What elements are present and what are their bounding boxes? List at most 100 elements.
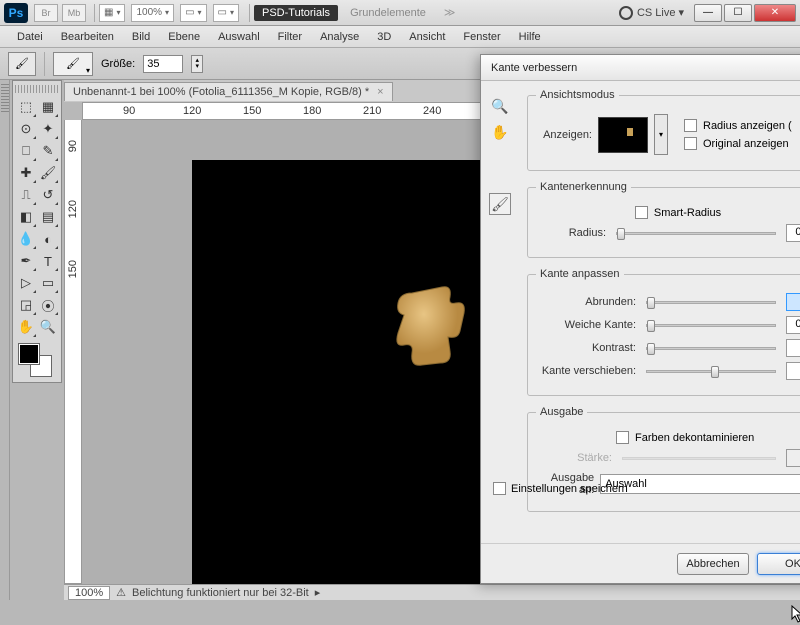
remember-checkbox[interactable]: [493, 482, 506, 495]
menu-auswahl[interactable]: Auswahl: [209, 28, 269, 46]
amount-input: [786, 449, 800, 467]
hand-tool[interactable]: ✋: [15, 316, 37, 338]
close-tab-icon[interactable]: ×: [377, 86, 383, 98]
menu-datei[interactable]: Datei: [8, 28, 52, 46]
contrast-input[interactable]: 0: [786, 339, 800, 357]
size-input[interactable]: 35: [143, 55, 183, 73]
gradient-tool[interactable]: ▤: [37, 206, 59, 228]
ok-button[interactable]: OK: [757, 553, 800, 575]
pen-tool[interactable]: ✒: [15, 250, 37, 272]
radius-slider[interactable]: [616, 232, 776, 235]
cs-live-button[interactable]: CS Live▾: [619, 6, 684, 20]
stamp-tool[interactable]: ⎍: [15, 184, 37, 206]
type-tool[interactable]: T: [37, 250, 59, 272]
view-dropdown-icon[interactable]: ▾: [654, 114, 668, 155]
decontaminate-checkbox[interactable]: [616, 431, 629, 444]
tool-preset-picker[interactable]: 🖌: [8, 52, 36, 76]
amount-slider: [622, 457, 776, 460]
shape-tool[interactable]: ▭: [37, 272, 59, 294]
output-group: Ausgabe Farben dekontaminieren Stärke: A…: [527, 406, 800, 512]
refine-edge-dialog: Kante verbessern 🔍 ✋ 🖌 Ansichtsmodus Anz…: [480, 54, 800, 584]
3d-tool[interactable]: ◲: [15, 294, 37, 316]
history-brush-tool[interactable]: ↺: [37, 184, 59, 206]
path-select-tool[interactable]: ▷: [15, 272, 37, 294]
window-maximize-button[interactable]: ☐: [724, 4, 752, 22]
menu-ebene[interactable]: Ebene: [159, 28, 209, 46]
edge-detection-group: Kantenerkennung Smart-Radius Radius: 0,0: [527, 181, 800, 258]
show-original-checkbox[interactable]: [684, 137, 697, 150]
refine-brush-icon[interactable]: 🖌: [489, 193, 511, 215]
status-more-icon[interactable]: ▸: [315, 586, 321, 599]
arrange-dropdown[interactable]: ▭: [180, 4, 206, 22]
workspace-more-icon[interactable]: ≫: [444, 6, 456, 19]
app-bar: Ps Br Mb ▦ 100% ▭ ▭ PSD-Tutorials Grunde…: [0, 0, 800, 26]
dodge-tool[interactable]: ◐: [37, 228, 59, 250]
status-message: Belichtung funktioniert nur bei 32-Bit: [132, 587, 309, 599]
document-tab[interactable]: Unbenannt-1 bei 100% (Fotolia_6111356_M …: [64, 82, 393, 101]
heal-tool[interactable]: ✚: [15, 162, 37, 184]
menu-fenster[interactable]: Fenster: [454, 28, 509, 46]
3d-camera-tool[interactable]: ⦿: [37, 294, 59, 316]
menu-filter[interactable]: Filter: [269, 28, 311, 46]
menu-bearbeiten[interactable]: Bearbeiten: [52, 28, 123, 46]
color-swatches[interactable]: [15, 344, 59, 378]
blur-tool[interactable]: 💧: [15, 228, 37, 250]
toolbox: ⬚▦ ⊙✦ ⎕✎ ✚🖌 ⎍↺ ◧▤ 💧◐ ✒T ▷▭ ◲⦿ ✋🔍: [12, 80, 62, 383]
radius-input[interactable]: 0,0: [786, 224, 800, 242]
document-tab-title: Unbenannt-1 bei 100% (Fotolia_6111356_M …: [73, 86, 369, 98]
window-close-button[interactable]: ✕: [754, 4, 796, 22]
status-warning-icon: ⚠: [116, 586, 126, 599]
smooth-slider[interactable]: [646, 301, 776, 304]
shift-slider[interactable]: [646, 370, 776, 373]
size-label: Größe:: [101, 58, 135, 70]
show-radius-checkbox[interactable]: [684, 119, 697, 132]
eyedropper-tool[interactable]: ✎: [37, 140, 59, 162]
zoom-tool[interactable]: 🔍: [37, 316, 59, 338]
ps-logo-icon[interactable]: Ps: [4, 3, 28, 23]
minibridge-button[interactable]: Mb: [62, 4, 86, 22]
view-extras-dropdown[interactable]: ▦: [99, 4, 125, 22]
view-thumbnail[interactable]: [598, 117, 648, 153]
brush-preview[interactable]: 🖌: [53, 52, 93, 76]
feather-input[interactable]: 0,0: [786, 316, 800, 334]
status-bar: 100% ⚠ Belichtung funktioniert nur bei 3…: [64, 584, 800, 600]
menu-analyse[interactable]: Analyse: [311, 28, 368, 46]
menu-bild[interactable]: Bild: [123, 28, 159, 46]
screenmode-dropdown[interactable]: ▭: [213, 4, 239, 22]
puzzle-piece-icon: [392, 275, 472, 375]
contrast-slider[interactable]: [646, 347, 776, 350]
window-minimize-button[interactable]: —: [694, 4, 722, 22]
shift-input[interactable]: 0: [786, 362, 800, 380]
wand-tool[interactable]: ✦: [37, 118, 59, 140]
output-to-select[interactable]: Auswahl▾: [600, 474, 800, 494]
menu-ansicht[interactable]: Ansicht: [400, 28, 454, 46]
lasso-tool[interactable]: ⊙: [15, 118, 37, 140]
menu-hilfe[interactable]: Hilfe: [510, 28, 550, 46]
bridge-button[interactable]: Br: [34, 4, 58, 22]
view-mode-group: Ansichtsmodus Anzeigen: ▾ Radius anzeige…: [527, 89, 800, 171]
hand-icon[interactable]: ✋: [489, 121, 511, 143]
size-stepper[interactable]: ▴▾: [191, 55, 203, 73]
move-tool[interactable]: ⬚: [15, 96, 37, 118]
zoom-icon[interactable]: 🔍: [489, 95, 511, 117]
cancel-button[interactable]: Abbrechen: [677, 553, 749, 575]
crop-tool[interactable]: ⎕: [15, 140, 37, 162]
workspace-tab-grundelemente[interactable]: Grundelemente: [342, 5, 434, 21]
status-zoom[interactable]: 100%: [68, 586, 110, 600]
ruler-vertical[interactable]: 90 120 150: [64, 120, 82, 584]
remember-settings-row: Einstellungen speichern: [493, 482, 628, 495]
feather-slider[interactable]: [646, 324, 776, 327]
marquee-tool[interactable]: ▦: [37, 96, 59, 118]
foreground-color[interactable]: [19, 344, 39, 364]
view-label: Anzeigen:: [536, 129, 592, 141]
workspace-tab-psd[interactable]: PSD-Tutorials: [254, 5, 338, 21]
eraser-tool[interactable]: ◧: [15, 206, 37, 228]
brush-tool[interactable]: 🖌: [37, 162, 59, 184]
smart-radius-checkbox[interactable]: [635, 206, 648, 219]
toolbox-grip[interactable]: [15, 85, 59, 93]
smooth-input[interactable]: 1: [786, 293, 800, 311]
adjust-edge-group: Kante anpassen Abrunden:1 Weiche Kante:0…: [527, 268, 800, 396]
zoom-dropdown[interactable]: 100%: [131, 4, 174, 22]
menu-3d[interactable]: 3D: [368, 28, 400, 46]
dialog-title-bar[interactable]: Kante verbessern: [481, 55, 800, 81]
